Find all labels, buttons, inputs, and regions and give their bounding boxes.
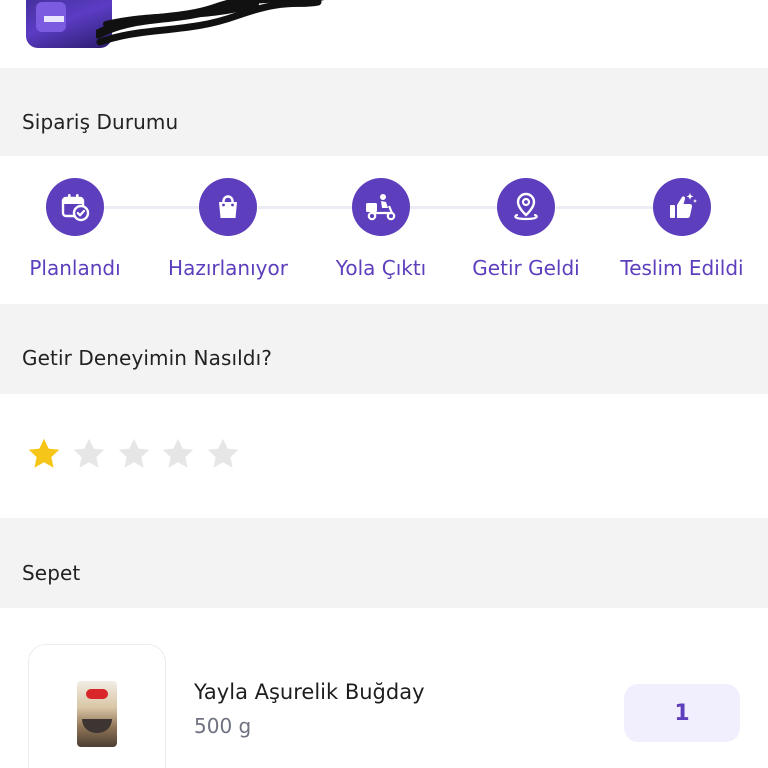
quantity-badge[interactable]: 1 bbox=[624, 684, 740, 742]
status-step-delivered: Teslim Edildi bbox=[602, 178, 762, 280]
star-icon-3[interactable] bbox=[116, 436, 152, 472]
product-package-image bbox=[77, 681, 117, 747]
rating-header: Getir Deneyimin Nasıldı? bbox=[0, 304, 768, 394]
rating-title: Getir Deneyimin Nasıldı? bbox=[22, 346, 272, 370]
thumbs-up-icon bbox=[670, 193, 697, 218]
star-rating bbox=[0, 394, 768, 518]
order-status-steps: Planlandı Hazırlanıyor Yola Çıktı Getir … bbox=[0, 156, 768, 304]
status-step-preparing: Hazırlanıyor bbox=[148, 178, 308, 280]
step-label-preparing: Hazırlanıyor bbox=[168, 256, 288, 280]
product-size: 500 g bbox=[194, 714, 252, 738]
star-icon-5[interactable] bbox=[205, 436, 241, 472]
order-status-header: Sipariş Durumu bbox=[0, 68, 768, 156]
calendar-check-icon bbox=[61, 194, 90, 222]
delivery-scooter-icon bbox=[366, 194, 396, 221]
product-image[interactable] bbox=[28, 644, 166, 768]
header-area bbox=[0, 0, 768, 68]
step-label-planned: Planlandı bbox=[29, 256, 121, 280]
step-label-on-the-way: Yola Çıktı bbox=[335, 256, 427, 280]
star-icon-2[interactable] bbox=[71, 436, 107, 472]
star-icon-4[interactable] bbox=[160, 436, 196, 472]
shopping-bag-icon bbox=[219, 195, 237, 218]
product-name: Yayla Aşurelik Buğday bbox=[194, 680, 425, 704]
order-status-title: Sipariş Durumu bbox=[22, 110, 179, 134]
redaction-scribble bbox=[96, 0, 325, 46]
cart-title: Sepet bbox=[22, 561, 81, 585]
location-pin-icon bbox=[514, 192, 538, 221]
cart-item: Yayla Aşurelik Buğday 500 g 1 bbox=[0, 608, 768, 768]
status-step-on-the-way: Yola Çıktı bbox=[301, 178, 461, 280]
step-label-delivered: Teslim Edildi bbox=[620, 256, 744, 280]
status-step-arrived: Getir Geldi bbox=[446, 178, 606, 280]
cart-header: Sepet bbox=[0, 518, 768, 608]
status-step-planned: Planlandı bbox=[0, 178, 155, 280]
star-icon-1[interactable] bbox=[26, 436, 62, 472]
step-label-arrived: Getir Geldi bbox=[472, 256, 580, 280]
